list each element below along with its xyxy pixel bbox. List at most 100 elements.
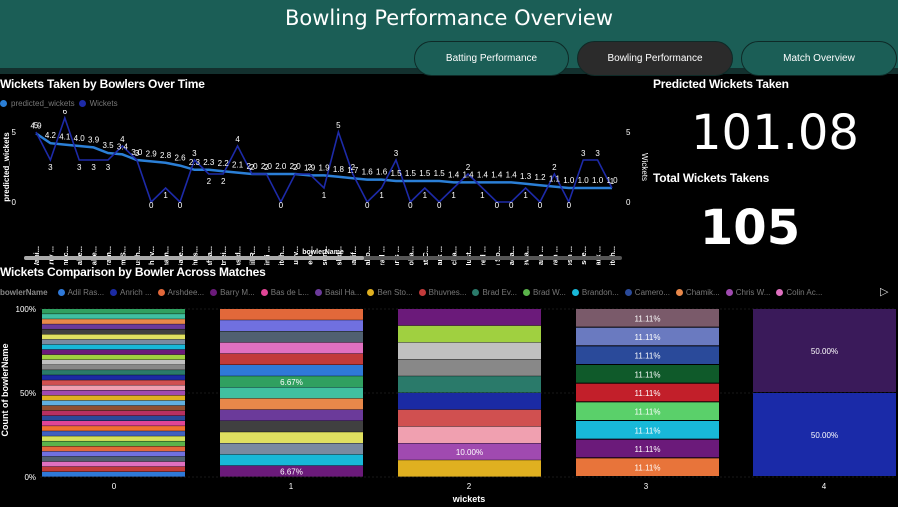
x-tick-label: Mitch... bbox=[277, 246, 286, 265]
legend-next-icon[interactable]: ▷ bbox=[880, 285, 888, 298]
x-tick-label: Mahe... bbox=[75, 246, 84, 265]
bar-legend-item[interactable]: Chris W... bbox=[736, 288, 771, 297]
bar-segment bbox=[220, 409, 363, 421]
legend-predicted-label[interactable]: predicted_wickets bbox=[11, 99, 75, 108]
line-chart-legend: predicted_wickets Wickets bbox=[0, 99, 118, 108]
x-tick-label: 2 bbox=[467, 482, 472, 491]
bar-segment bbox=[42, 365, 185, 370]
x-tick-label: 3 bbox=[644, 482, 649, 491]
wickets-data-label: 3 bbox=[192, 149, 197, 158]
bar-legend-dot bbox=[675, 289, 683, 296]
y-tick-label: 0 bbox=[12, 198, 17, 207]
bar-legend-item[interactable]: Basil Ha... bbox=[325, 288, 361, 297]
bar-legend-dot bbox=[110, 289, 118, 296]
bar-segment bbox=[398, 359, 541, 376]
bar-legend-item[interactable]: Camero... bbox=[635, 288, 670, 297]
wickets-data-label: 3 bbox=[581, 149, 586, 158]
stacked-bar-chart[interactable]: 0% 50% 100% Count of bowlerName 0 6.67% 6.67% 1… bbox=[0, 300, 898, 507]
predicted-data-label: 4.1 bbox=[59, 133, 71, 142]
wickets-data-label: 3 bbox=[48, 163, 53, 172]
bar-legend-item[interactable]: Colin Ac... bbox=[786, 288, 822, 297]
nav-match-overview-button[interactable]: Match Overview bbox=[741, 41, 897, 76]
nav-bowling-performance-button[interactable]: Bowling Performance bbox=[577, 41, 733, 76]
bar-chart-legend: bowlerName Adil Ras... Anrich ... Arshdee.… bbox=[0, 288, 822, 297]
bar-legend-item[interactable]: Barry M... bbox=[220, 288, 255, 297]
wickets-data-label: 1 bbox=[322, 191, 327, 200]
y-axis-title: Count of bowlerName bbox=[0, 343, 10, 436]
predicted-data-label: 1.2 bbox=[534, 173, 546, 182]
bar-legend-item[interactable]: Brad W... bbox=[533, 288, 566, 297]
segment-data-label: 10.00% bbox=[456, 448, 483, 457]
predicted-data-label: 3.5 bbox=[102, 141, 114, 150]
bar-segment bbox=[42, 380, 185, 385]
bar-segment bbox=[398, 460, 541, 477]
predicted-data-label: 2.8 bbox=[160, 151, 172, 160]
bar-segment bbox=[42, 441, 185, 447]
wickets-data-label: 4 bbox=[235, 135, 240, 144]
x-tick-label: Pat C... bbox=[421, 246, 430, 265]
wickets-data-label: 2 bbox=[250, 163, 255, 172]
predicted-data-label: 1.5 bbox=[405, 169, 417, 178]
predicted-data-label: 1.5 bbox=[419, 169, 431, 178]
bar-legend-item[interactable]: Bas de L... bbox=[271, 288, 309, 297]
predicted-wickets-title: Predicted Wickets Taken bbox=[653, 77, 789, 91]
x-tick-label: 1 bbox=[289, 482, 294, 491]
bar-segment bbox=[42, 436, 185, 441]
bar-legend-item[interactable]: Ben Sto... bbox=[377, 288, 412, 297]
line-chart[interactable]: predicted_wickets Wickets0 05 54.94.2 4.1 4.0… bbox=[0, 110, 648, 265]
bar-legend-dot bbox=[315, 289, 323, 296]
predicted-data-label: 1.9 bbox=[318, 163, 330, 172]
segment-data-label: 11.11% bbox=[635, 464, 661, 473]
x-tick-label: Zaho... bbox=[363, 246, 372, 265]
x-tick-label: Bhuv... bbox=[147, 246, 156, 265]
bar-legend-item[interactable]: Bhuvnes... bbox=[429, 288, 467, 297]
predicted-data-label: 1.8 bbox=[333, 165, 345, 174]
wickets-data-label: 0 bbox=[437, 201, 442, 210]
y-tick-label: 100% bbox=[16, 305, 36, 314]
total-wickets-title: Total Wickets Takens bbox=[653, 171, 770, 185]
predicted-data-label: 1.6 bbox=[362, 168, 374, 177]
legend-wickets-label[interactable]: Wickets bbox=[90, 99, 118, 108]
bar-segment bbox=[42, 309, 185, 314]
x-tick-label: Haris ... bbox=[392, 246, 401, 265]
bar-legend-dot bbox=[522, 289, 530, 296]
x-tick-label: Sharif... bbox=[349, 246, 358, 265]
bar-legend-item[interactable]: Anrich ... bbox=[120, 288, 152, 297]
bar-segment bbox=[220, 432, 363, 443]
x-tick-label: Paul v... bbox=[291, 246, 300, 265]
wickets-data-label: 3 bbox=[106, 163, 111, 172]
bar-segment bbox=[42, 426, 185, 431]
bar-legend-dot bbox=[157, 289, 165, 296]
wickets-data-label: 1 bbox=[610, 177, 615, 186]
x-tick-label: Safya... bbox=[205, 246, 214, 265]
x-tick-label: Zewa... bbox=[522, 246, 531, 265]
wickets-data-label: 2 bbox=[552, 163, 557, 172]
bar-segment bbox=[42, 446, 185, 452]
x-tick-label: Must... bbox=[464, 246, 473, 265]
segment-data-label: 11.11% bbox=[635, 445, 661, 454]
bar-legend-item[interactable]: Brad Ev... bbox=[482, 288, 517, 297]
x-tick-label: Mark ... bbox=[435, 246, 444, 265]
bar-legend-item[interactable]: Chamik... bbox=[686, 288, 720, 297]
y-tick-label: 50% bbox=[20, 389, 36, 398]
segment-data-label: 50.00% bbox=[811, 431, 838, 440]
wickets-data-label: 1 bbox=[379, 191, 384, 200]
x-tick-label: Moha... bbox=[406, 246, 415, 265]
x-tick-label: Fred ... bbox=[478, 246, 487, 265]
bar-segment bbox=[220, 309, 363, 320]
bar-legend-item[interactable]: Arshdee... bbox=[168, 288, 204, 297]
x-tick-label: Pram... bbox=[104, 246, 113, 265]
x-tick-label: 4 bbox=[822, 482, 827, 491]
bar-segment bbox=[220, 398, 363, 410]
bar-legend-item[interactable]: Brandon... bbox=[582, 288, 619, 297]
predicted-data-label: 1.1 bbox=[549, 175, 561, 184]
wickets-data-label: 0 bbox=[509, 201, 514, 210]
x-tick-label: Simi ... bbox=[262, 246, 271, 265]
nav-batting-performance-button[interactable]: Batting Performance bbox=[414, 41, 569, 76]
predicted-data-label: 1.0 bbox=[563, 176, 575, 185]
wickets-data-label: 0 bbox=[279, 201, 284, 210]
x-tick-label: Ish So... bbox=[493, 246, 502, 265]
bar-legend-item[interactable]: Adil Ras... bbox=[68, 288, 104, 297]
bar-segment bbox=[42, 410, 185, 416]
bar-segment bbox=[398, 309, 541, 326]
